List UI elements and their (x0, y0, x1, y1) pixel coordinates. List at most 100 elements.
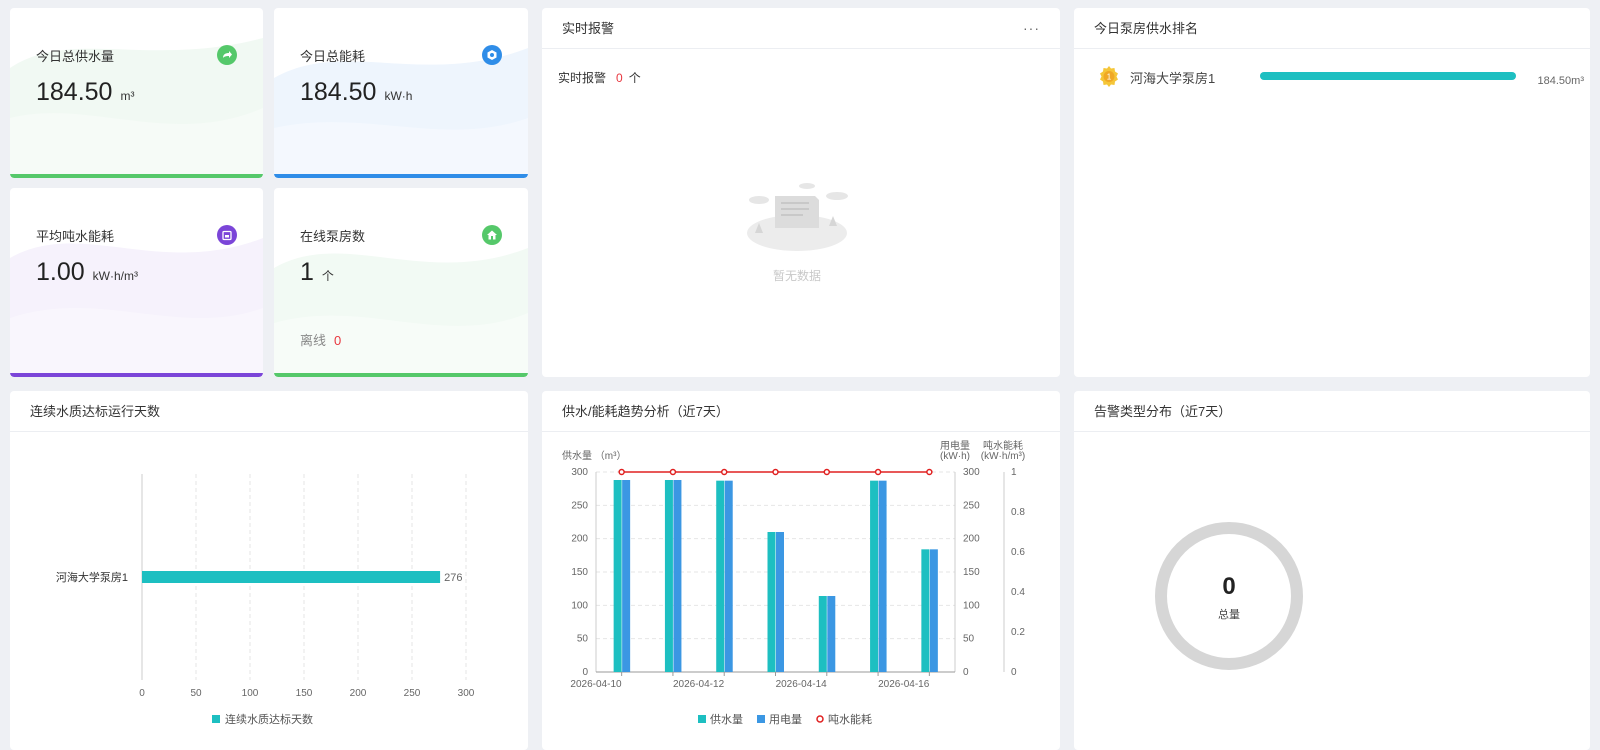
y-category-label: 河海大学泵房1 (56, 570, 128, 584)
y-right2-axis-unit: (kW·h/m³) (981, 451, 1025, 462)
ranking-progress-fill (1260, 72, 1516, 80)
line-point (823, 468, 831, 476)
stat-card-water-supply: 今日总供水量 184.50 m³ (10, 8, 263, 178)
stat-value: 1.00 kW·h/m³ (36, 258, 138, 287)
ranking-progress-track: 184.50m³ (1260, 72, 1584, 87)
stat-accent-bar (10, 373, 263, 377)
offline-count: 离线 0 (300, 330, 341, 349)
water-quality-days-panel: 连续水质达标运行天数 0 50 100 150 200 250 300 河海大学泵房1 276 连… (10, 391, 528, 750)
more-icon[interactable]: ··· (1023, 8, 1040, 49)
stat-title: 今日总能耗 (300, 49, 366, 64)
alarm-type-panel: 告警类型分布（近7天） 0 总量 (1074, 391, 1590, 750)
y-right2-tick-label: 1 (1011, 467, 1017, 478)
stat-number: 184.50 (36, 78, 113, 106)
bar-water-supply (921, 549, 930, 672)
stat-unit: m³ (120, 89, 135, 103)
stat-card-energy: 今日总能耗 184.50 kW·h (274, 8, 528, 178)
bar (142, 571, 441, 583)
empty-data-icon (747, 183, 848, 251)
y-left-tick-label: 50 (577, 634, 589, 645)
donut-total-value: 0 (1222, 573, 1235, 600)
x-tick-label: 0 (139, 688, 145, 699)
stat-accent-bar (274, 174, 528, 178)
panel-header: 今日泵房供水排名 (1074, 8, 1590, 49)
bar-electricity (878, 480, 887, 672)
stat-accent-bar (10, 174, 263, 178)
line-point (669, 468, 677, 476)
trend-chart: 供水量 （m³）用电量(kW·h)吨水能耗(kW·h/m³)0501001502… (562, 439, 1025, 726)
x-tick-label: 100 (242, 688, 259, 699)
bar-electricity (622, 480, 631, 672)
x-tick-label: 2026-04-10 (570, 679, 622, 690)
panel-header: 实时报警 ··· (542, 8, 1060, 49)
bar-electricity (673, 480, 682, 672)
home-icon (482, 225, 502, 245)
bar-water-supply (664, 480, 673, 672)
y-right1-tick-label: 0 (963, 667, 969, 678)
stat-value: 184.50 kW·h (300, 78, 412, 107)
stat-number: 1.00 (36, 258, 85, 286)
y-left-axis-title: 供水量 （m³） (562, 449, 626, 462)
y-left-tick-label: 300 (571, 467, 588, 478)
alarm-count-line: 实时报警 0 个 (558, 69, 641, 86)
bar-electricity (929, 549, 938, 672)
bar-water-supply (767, 532, 776, 672)
y-left-tick-label: 100 (571, 600, 588, 611)
bar-electricity (724, 480, 733, 672)
legend-label: 吨水能耗 (828, 712, 872, 726)
alarm-count-value: 0 (616, 71, 623, 85)
panel-title: 供水/能耗趋势分析（近7天） (562, 404, 729, 419)
legend-swatch (212, 715, 220, 723)
stat-title: 今日总供水量 (36, 49, 115, 64)
panel-title: 实时报警 (562, 21, 615, 36)
legend-label: 连续水质达标天数 (225, 712, 313, 726)
x-tick-label: 2026-04-12 (673, 679, 725, 690)
stat-title: 在线泵房数 (300, 229, 366, 244)
line-point (926, 468, 933, 476)
line-point (772, 468, 779, 476)
bar-water-supply (818, 596, 827, 672)
offline-label: 离线 (300, 333, 327, 348)
bar-electricity (827, 596, 836, 672)
panel-title: 今日泵房供水排名 (1094, 21, 1199, 36)
y-left-tick-label: 150 (571, 567, 588, 578)
y-right2-tick-label: 0.4 (1011, 587, 1025, 598)
y-left-tick-label: 0 (582, 667, 588, 678)
x-tick-label: 2026-04-16 (878, 679, 930, 690)
y-right1-tick-label: 200 (963, 534, 980, 545)
share-arrow-icon (217, 45, 237, 65)
y-right1-tick-label: 150 (963, 567, 980, 578)
ranking-value: 184.50m³ (1537, 75, 1584, 87)
y-right2-tick-label: 0.2 (1011, 627, 1025, 638)
alarm-type-donut-chart: 0 总量 (1155, 522, 1303, 670)
stat-card-online-pumps: 在线泵房数 1个 离线 0 (274, 188, 528, 377)
empty-text: 暂无数据 (772, 269, 821, 283)
y-right1-tick-label: 250 (963, 500, 980, 511)
energy-icon (482, 45, 502, 65)
bar-electricity (776, 532, 784, 672)
quality-days-chart: 0 50 100 150 200 250 300 河海大学泵房1 276 连续水质达标天数 (56, 474, 475, 726)
legend-swatch (816, 715, 824, 723)
line-point (874, 468, 882, 476)
y-right2-tick-label: 0 (1011, 667, 1017, 678)
stat-unit: 个 (321, 269, 334, 283)
realtime-alarm-panel: 实时报警 ··· 实时报警 0 个 暂无数据 (542, 8, 1060, 377)
stat-card-avg-energy: 平均吨水能耗 1.00 kW·h/m³ (10, 188, 263, 377)
bar-data-label: 276 (444, 572, 462, 584)
x-tick-label: 200 (350, 688, 367, 699)
y-left-tick-label: 200 (571, 534, 588, 545)
ranking-item[interactable]: 1 河海大学泵房1 184.50m³ (1098, 65, 1584, 87)
x-tick-label: 150 (296, 688, 313, 699)
legend-label: 用电量 (769, 713, 802, 726)
calendar-icon (217, 225, 237, 245)
ranking-name: 河海大学泵房1 (1130, 71, 1216, 86)
x-tick-label: 300 (458, 688, 475, 699)
bar-water-supply (870, 480, 879, 672)
stat-unit: kW·h (384, 89, 413, 103)
pump-ranking-panel: 今日泵房供水排名 1 河海大学泵房1 184.50m³ (1074, 8, 1590, 377)
alarm-count-unit: 个 (628, 71, 641, 85)
panel-header: 告警类型分布（近7天） (1074, 391, 1590, 432)
y-right2-tick-label: 0.8 (1011, 507, 1025, 518)
stat-number: 184.50 (300, 78, 377, 106)
svg-text:1: 1 (1107, 73, 1112, 82)
